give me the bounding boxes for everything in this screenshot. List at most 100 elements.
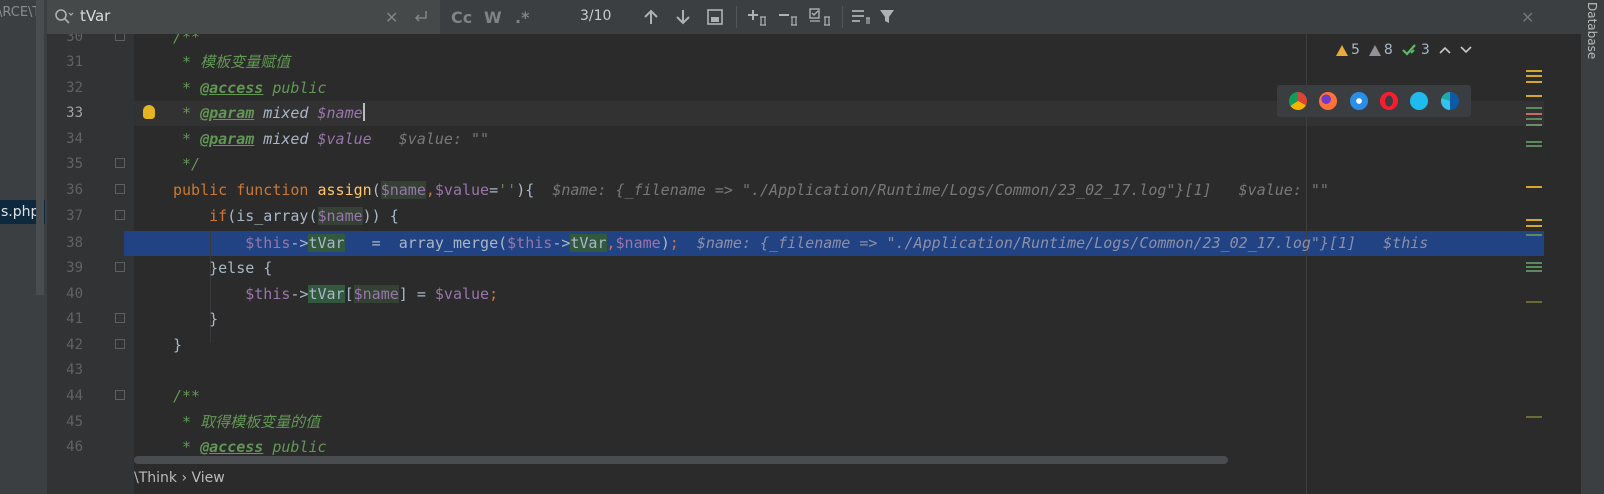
inline-debug-value: $value: "" <box>1238 181 1329 199</box>
new-line-icon[interactable] <box>413 7 429 27</box>
fold-marker[interactable] <box>115 158 125 168</box>
code-line: 41 } <box>47 307 1547 332</box>
remove-occurrence-icon[interactable] <box>778 7 798 27</box>
fold-marker[interactable] <box>115 184 125 194</box>
clear-search-icon[interactable]: ✕ <box>385 7 398 27</box>
search-input[interactable] <box>80 5 340 27</box>
weak-warning-icon <box>1368 44 1381 56</box>
code-line: 37 if(is_array($name)) { <box>47 204 1547 229</box>
whole-words-toggle[interactable]: W <box>484 7 502 27</box>
inline-debug-value: $name: {_filename => "./Application/Runt… <box>696 234 1357 252</box>
match-count: 3/10 <box>580 8 612 24</box>
toolbar-divider <box>736 6 737 28</box>
code-text: /** <box>173 387 201 405</box>
text-caret <box>362 103 365 121</box>
next-occurrence-icon[interactable] <box>676 7 690 27</box>
edge-icon[interactable] <box>1440 92 1459 110</box>
database-tool-tab[interactable]: Database <box>1585 2 1599 59</box>
stripe-marker <box>1526 234 1542 236</box>
stripe-marker <box>1526 81 1542 83</box>
line-number: 45 <box>66 414 83 430</box>
stripe-marker <box>1526 262 1542 264</box>
firefox-icon[interactable] <box>1319 92 1338 110</box>
previous-occurrence-icon[interactable] <box>644 7 658 27</box>
code-text: $this->tVar[$name] = $value; <box>245 285 499 303</box>
stripe-marker <box>1526 270 1542 272</box>
toolbar-divider <box>842 6 843 28</box>
safari-icon[interactable] <box>1349 92 1368 110</box>
line-number: 39 <box>66 260 83 276</box>
code-line: 34 * @param mixed $value $value: "" <box>47 127 1547 152</box>
code-line: 45 * 取得模板变量的值 <box>47 410 1547 435</box>
line-number: 32 <box>66 80 83 96</box>
line-number: 33 <box>66 105 83 121</box>
stripe-marker <box>1526 186 1542 188</box>
code-line: 30 /** <box>47 34 1547 50</box>
search-icon[interactable] <box>54 8 74 30</box>
breadcrumb[interactable]: \Think › View <box>134 470 225 486</box>
internet-explorer-icon[interactable] <box>1410 92 1429 110</box>
inline-debug-value: $this <box>1383 234 1429 252</box>
code-text: * 模板变量赋值 <box>173 53 291 71</box>
project-panel-edge: \RCE\T s.php <box>0 0 47 494</box>
code-text: * @param mixed $name <box>173 103 365 122</box>
fold-marker[interactable] <box>115 34 125 41</box>
typos-count[interactable]: 3 <box>1402 42 1430 58</box>
line-number: 38 <box>66 235 83 251</box>
code-text: * @access public <box>173 79 327 97</box>
fold-marker[interactable] <box>115 262 125 272</box>
inspection-widget[interactable]: 5 8 3 <box>1336 36 1472 64</box>
filter-icon[interactable] <box>879 7 895 27</box>
opera-icon[interactable] <box>1380 92 1399 110</box>
fold-marker[interactable] <box>115 339 125 349</box>
line-number: 42 <box>66 337 83 353</box>
code-text: * 取得模板变量的值 <box>173 413 321 431</box>
code-line: 39 }else { <box>47 256 1547 281</box>
warnings-count[interactable]: 5 <box>1336 42 1360 58</box>
code-text: /** <box>173 34 201 46</box>
code-line: 38 $this->tVar = array_merge($this->tVar… <box>47 231 1547 256</box>
line-number: 37 <box>66 208 83 224</box>
find-bar: ✕ Cc W .* 3/10 ✕ <box>47 0 1581 35</box>
stripe-marker <box>1526 107 1542 109</box>
code-text: $this->tVar = array_merge($this->tVar,$n… <box>245 234 1429 252</box>
filter-search-results-icon[interactable] <box>851 7 871 27</box>
fold-marker[interactable] <box>115 313 125 323</box>
stripe-marker <box>1526 145 1542 147</box>
stripe-marker <box>1526 225 1542 227</box>
stripe-marker <box>1526 95 1542 97</box>
code-text: if(is_array($name)) { <box>209 207 399 225</box>
code-line: 44 /** <box>47 384 1547 409</box>
code-text: } <box>173 336 183 354</box>
intention-bulb-icon[interactable] <box>143 105 155 119</box>
weak-warnings-count[interactable]: 8 <box>1368 42 1393 58</box>
line-number: 36 <box>66 182 83 198</box>
previous-highlight-icon[interactable] <box>1439 46 1451 54</box>
code-text: }else { <box>209 259 273 277</box>
next-highlight-icon[interactable] <box>1460 46 1472 54</box>
code-text: * @param mixed $value $value: "" <box>173 130 490 148</box>
stripe-marker <box>1526 219 1542 221</box>
select-all-occurrences-icon[interactable] <box>809 7 831 27</box>
horizontal-scrollbar[interactable] <box>134 456 1228 464</box>
line-number: 43 <box>66 362 83 378</box>
line-number: 46 <box>66 439 83 455</box>
close-find-bar-icon[interactable]: ✕ <box>1521 7 1534 27</box>
fold-marker[interactable] <box>115 390 125 400</box>
line-number: 44 <box>66 388 83 404</box>
chrome-icon[interactable] <box>1289 92 1308 110</box>
inline-debug-value: $name: {_filename => "./Application/Runt… <box>552 181 1212 199</box>
code-line: 35 */ <box>47 152 1547 177</box>
stripe-marker <box>1526 124 1542 126</box>
line-number: 35 <box>66 156 83 172</box>
match-case-toggle[interactable]: Cc <box>451 7 472 27</box>
line-number: 31 <box>66 54 83 70</box>
add-occurrence-icon[interactable] <box>747 7 767 27</box>
open-in-window-icon[interactable] <box>707 7 723 27</box>
regex-toggle[interactable]: .* <box>515 7 529 27</box>
search-match: tVar <box>308 234 345 252</box>
fold-marker[interactable] <box>115 210 125 220</box>
line-number: 34 <box>66 131 83 147</box>
checkmark-icon <box>1402 44 1416 56</box>
project-scrollbar[interactable] <box>36 0 44 295</box>
